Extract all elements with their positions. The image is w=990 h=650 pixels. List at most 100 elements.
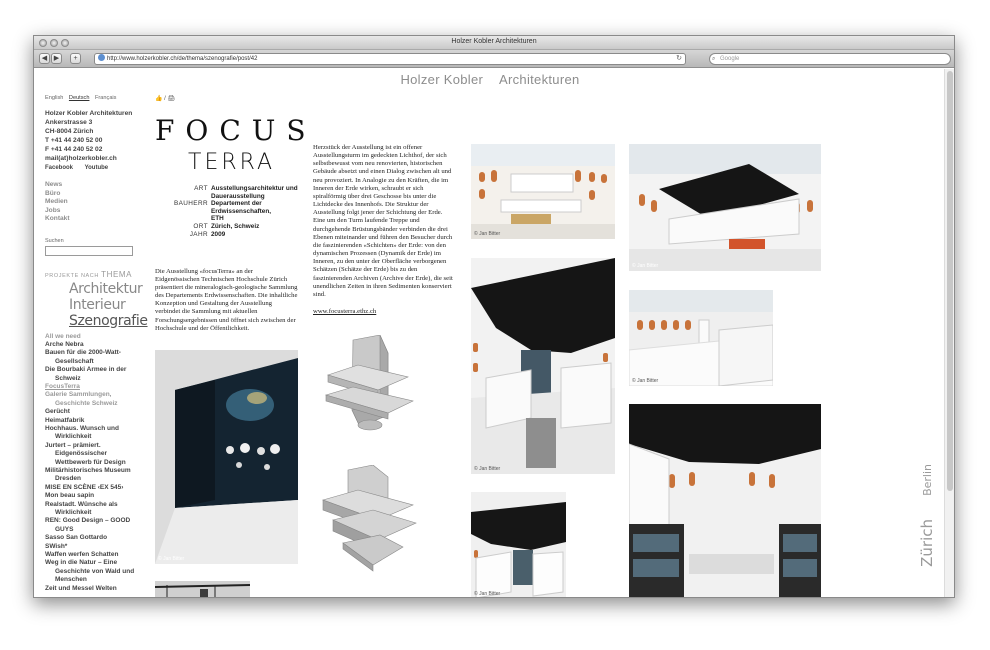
web-page: Holzer Kobler Architekturen English Deut… — [34, 69, 946, 597]
project-item[interactable]: Galerie Sammlungen, — [45, 391, 150, 399]
photo-credit: © Jan Bitter — [474, 466, 501, 472]
project-item[interactable]: Militärhistorisches Museum — [45, 467, 150, 475]
project-item[interactable]: Schweiz — [45, 375, 150, 383]
photo-stair-detail[interactable]: © Jan Bitter — [471, 492, 566, 597]
project-item[interactable]: Geschichte Schweiz — [45, 400, 150, 408]
nav-kontakt[interactable]: Kontakt — [45, 215, 150, 224]
facebook-link[interactable]: Facebook — [45, 165, 73, 171]
gallery-walkway-graphic — [629, 290, 773, 386]
nav-jobs[interactable]: Jobs — [45, 207, 150, 216]
meta-row: BAUHERR Departement der Erdwissenschaften… — [155, 200, 298, 215]
project-website-link[interactable]: www.focusterra.ethz.ch — [313, 308, 455, 316]
photo-credit: © Jan Bitter — [632, 378, 659, 384]
exhibit-wall-graphic — [155, 350, 298, 564]
meta-key — [155, 193, 211, 201]
project-item[interactable]: Waffen werfen Schatten — [45, 551, 150, 559]
project-item[interactable]: Mon beau sapin — [45, 492, 150, 500]
body-text: Herzstück der Ausstellung ist ein offene… — [313, 144, 453, 298]
project-item[interactable]: SWish* — [45, 543, 150, 551]
meta-value: Zürich, Schweiz — [211, 222, 260, 230]
category-interieur[interactable]: Interieur — [69, 297, 150, 313]
project-item[interactable]: Hochhaus. Wunsch und — [45, 425, 150, 433]
url-text: http://www.holzerkobler.ch/de/thema/szen… — [107, 56, 258, 62]
photo-credit: © Jan Bitter — [474, 591, 501, 597]
lang-deutsch[interactable]: Deutsch — [69, 95, 90, 101]
window-title: Holzer Kobler Architekturen — [451, 38, 537, 45]
project-item[interactable]: Sasso San Gottardo — [45, 534, 150, 542]
project-item[interactable]: Gerücht — [45, 408, 150, 416]
back-button[interactable]: ◀ — [39, 53, 50, 64]
reload-icon[interactable]: ↻ — [676, 54, 682, 64]
meta-value: ETH — [211, 215, 224, 223]
add-bookmark-button[interactable]: + — [70, 53, 81, 64]
photo-credit: © Jan Bitter — [158, 556, 185, 562]
share-print-icons[interactable]: 👍 / 🖨 — [155, 95, 175, 102]
photo-atrium-overview[interactable]: © Jan Bitter — [471, 144, 615, 239]
project-item[interactable]: Geschichte von Wald und — [45, 568, 150, 576]
meta-key — [155, 215, 211, 223]
project-item[interactable]: Heimatfabrik — [45, 417, 150, 425]
site-search-input[interactable] — [45, 245, 133, 256]
search-placeholder: Google — [720, 56, 740, 62]
search-icon: ⌕ — [712, 56, 716, 62]
atrium-upper-graphic — [629, 144, 821, 271]
phone: T +41 44 240 52 00 — [45, 137, 103, 144]
intro-text: Die Ausstellung «focusTerra» an der Eidg… — [155, 268, 298, 332]
project-item[interactable]: All we need — [45, 333, 150, 341]
body-column: Herzstück der Ausstellung ist ein offene… — [313, 144, 455, 316]
photo-display-cases[interactable] — [629, 404, 821, 597]
balcony-graphic — [155, 581, 250, 597]
project-item[interactable]: REN: Good Design – GOOD — [45, 517, 150, 525]
project-item[interactable]: Arche Nebra — [45, 341, 150, 349]
project-title-line2: TERRA — [188, 150, 276, 175]
project-item[interactable]: Realstadt. Wünsche als — [45, 501, 150, 509]
nav-buero[interactable]: Büro — [45, 190, 150, 199]
project-item[interactable]: Zeit und Messel Welten — [45, 585, 150, 593]
project-item[interactable]: GUYS — [45, 526, 150, 534]
main-nav: News Büro Medien Jobs Kontakt — [45, 181, 150, 224]
project-item[interactable]: Jurtert – prämiert. — [45, 442, 150, 450]
model-rendering-spiral[interactable] — [318, 465, 420, 573]
atrium-graphic — [471, 144, 615, 239]
url-bar[interactable]: http://www.holzerkobler.ch/de/thema/szen… — [94, 53, 686, 65]
project-item[interactable]: Dresden — [45, 475, 150, 483]
photo-balcony-detail[interactable] — [155, 581, 250, 597]
category-architektur[interactable]: Architektur — [69, 281, 150, 297]
project-item[interactable]: Gesellschaft — [45, 358, 150, 366]
photo-atrium-upper[interactable]: © Jan Bitter — [629, 144, 821, 271]
photo-tower-interior[interactable]: © Jan Bitter — [471, 258, 615, 474]
browser-window: Holzer Kobler Architekturen ◀ ▶ + http:/… — [33, 35, 955, 598]
project-item[interactable]: Menschen — [45, 576, 150, 584]
project-item[interactable]: Wettbewerb für Design — [45, 459, 150, 467]
city-berlin-link[interactable]: Berlin — [921, 464, 934, 496]
vertical-scrollbar[interactable] — [944, 69, 954, 597]
search-field[interactable]: ⌕ Google — [709, 53, 951, 65]
category-szenografie[interactable]: Szenografie — [69, 313, 150, 329]
youtube-link[interactable]: Youtube — [85, 165, 109, 171]
forward-button[interactable]: ▶ — [51, 53, 62, 64]
scrollbar-thumb[interactable] — [947, 71, 953, 491]
project-item[interactable]: Die Bourbaki Armee in der — [45, 366, 150, 374]
photo-dark-exhibit-wall[interactable]: © Jan Bitter — [155, 350, 298, 564]
lang-english[interactable]: English — [45, 95, 63, 101]
lang-francais[interactable]: Français — [95, 95, 116, 101]
project-meta: ART Ausstellungsarchitektur und Dauerauss… — [155, 185, 298, 238]
photo-gallery-walkway[interactable]: © Jan Bitter — [629, 290, 773, 386]
email-link[interactable]: mail(at)holzerkobler.ch — [45, 154, 150, 163]
project-item[interactable]: Weg in die Natur – Eine — [45, 559, 150, 567]
project-item[interactable]: MISE EN SCÈNE ‹EX 545› — [45, 484, 150, 492]
photo-credit: © Jan Bitter — [632, 263, 659, 269]
project-item[interactable]: Bauen für die 2000-Watt- — [45, 349, 150, 357]
project-item[interactable]: Wirklichkeit — [45, 433, 150, 441]
site-title[interactable]: Holzer Kobler Architekturen — [34, 72, 946, 87]
project-item[interactable]: Eidgenössischer — [45, 450, 150, 458]
project-item-active[interactable]: FocusTerra — [45, 383, 150, 391]
company-name: Holzer Kobler Architekturen — [45, 110, 133, 117]
model-rendering-tower[interactable] — [318, 335, 420, 435]
search-label: Suchen — [45, 237, 64, 244]
nav-medien[interactable]: Medien — [45, 198, 150, 207]
nav-news[interactable]: News — [45, 181, 150, 190]
city-zurich-link[interactable]: Zürich — [918, 519, 936, 567]
project-item[interactable]: Wirklichkeit — [45, 509, 150, 517]
sidebar: English Deutsch Français Holzer Kobler A… — [45, 95, 150, 593]
